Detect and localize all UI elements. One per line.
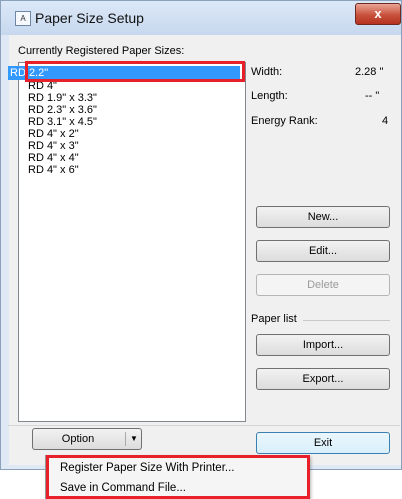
new-button[interactable]: New...: [256, 206, 390, 228]
option-button[interactable]: Option ▼: [32, 428, 142, 450]
title-bar: A Paper Size Setup x: [1, 1, 401, 35]
chevron-down-icon[interactable]: ▼: [127, 429, 141, 449]
exit-button[interactable]: Exit: [256, 432, 390, 454]
width-label: Width:: [251, 66, 283, 78]
delete-button[interactable]: Delete: [256, 274, 390, 296]
energy-rank-value: 4: [382, 115, 389, 127]
close-button[interactable]: x: [355, 3, 401, 25]
width-value: 2.28 ": [355, 66, 384, 78]
app-icon: A: [15, 11, 31, 26]
option-label: Option: [61, 433, 95, 445]
list-item[interactable]: RD 1.9" x 3.3": [28, 93, 97, 104]
energy-rank-label: Energy Rank:: [251, 115, 318, 127]
edit-button[interactable]: Edit...: [256, 240, 390, 262]
list-item[interactable]: RD 3.1" x 4.5": [28, 117, 97, 128]
list-item[interactable]: RD 4" x 4": [28, 153, 79, 164]
paper-list-divider: [303, 320, 390, 321]
menu-highlight-box: [46, 455, 310, 499]
list-heading: Currently Registered Paper Sizes:: [18, 45, 185, 57]
list-item[interactable]: RD 2.3" x 3.6": [28, 105, 97, 116]
paper-list-label: Paper list: [251, 313, 297, 325]
window-title: Paper Size Setup: [35, 10, 144, 26]
export-button[interactable]: Export...: [256, 368, 390, 390]
length-value: -- ": [365, 90, 380, 102]
selection-highlight-box: [25, 61, 245, 82]
import-button[interactable]: Import...: [256, 334, 390, 356]
footer-separator: [8, 425, 400, 426]
list-item[interactable]: RD 4" x 6": [28, 165, 79, 176]
list-item[interactable]: RD 4": [28, 81, 57, 92]
option-separator: [125, 432, 126, 446]
length-label: Length:: [251, 90, 288, 102]
list-item[interactable]: RD 4" x 3": [28, 141, 79, 152]
list-item[interactable]: RD 4" x 2": [28, 129, 79, 140]
